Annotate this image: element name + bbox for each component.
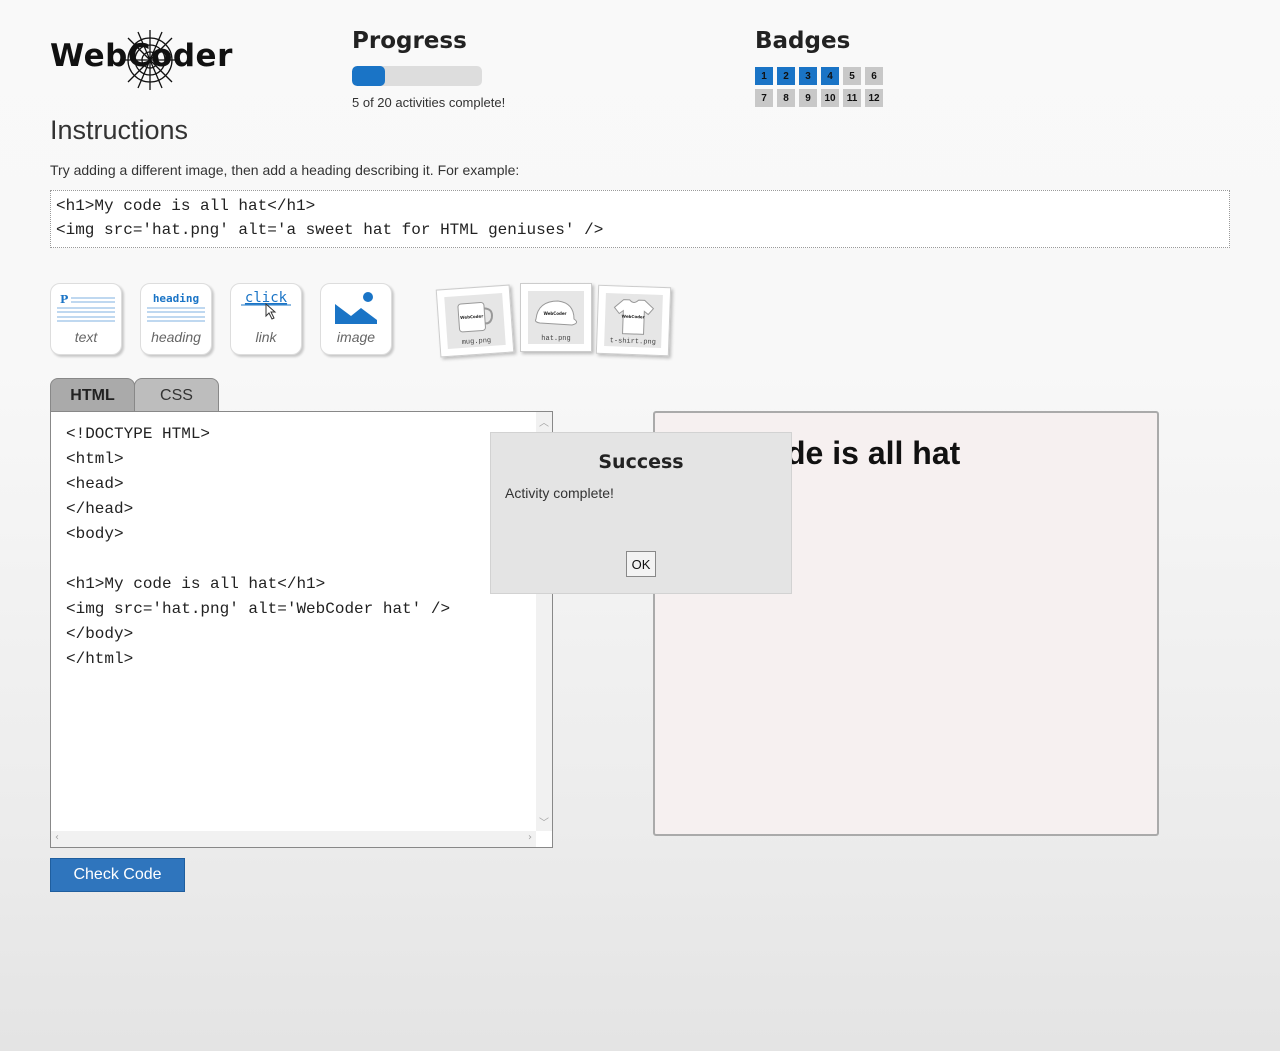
badge-12: 12	[865, 89, 883, 107]
link-tool-button[interactable]: click link	[230, 283, 302, 355]
svg-text:WebCoder: WebCoder	[543, 311, 566, 316]
svg-text:P: P	[60, 293, 68, 306]
scroll-down-icon[interactable]: ﹀	[539, 814, 549, 829]
link-click-icon: click	[241, 290, 291, 320]
heading-tool-label: heading	[151, 329, 201, 345]
badge-9: 9	[799, 89, 817, 107]
scroll-left-icon[interactable]: ‹	[55, 832, 59, 843]
badge-grid: 1 2 3 4 5 6 7 8 9 10 11 12	[755, 67, 895, 107]
text-tool-label: text	[74, 329, 98, 345]
badges-title: Badges	[755, 28, 851, 54]
badge-6: 6	[865, 67, 883, 85]
example-line: <h1>My code is all hat</h1>	[56, 197, 316, 215]
tab-html[interactable]: HTML	[50, 378, 135, 412]
svg-text:WebCoder: WebCoder	[622, 314, 645, 320]
webcoder-logo: WebCoder	[50, 28, 232, 92]
editor-code[interactable]: <!DOCTYPE HTML> <html> <head> </head> <b…	[66, 422, 450, 672]
spiderweb-icon	[120, 30, 180, 90]
tshirt-image-thumb[interactable]: WebCoder t-shirt.png	[595, 284, 672, 357]
instructions-title: Instructions	[50, 115, 189, 145]
example-code-box: <h1>My code is all hat</h1> <img src='ha…	[50, 190, 1230, 248]
text-tool-button[interactable]: P text	[50, 283, 122, 355]
example-line: <img src='hat.png' alt='a sweet hat for …	[56, 221, 604, 239]
hat-image-thumb[interactable]: WebCoder hat.png	[520, 283, 592, 352]
dialog-title: Success	[598, 451, 684, 473]
heading-tool-button[interactable]: heading heading	[140, 283, 212, 355]
dialog-message: Activity complete!	[505, 485, 614, 501]
link-tool-label: link	[255, 329, 277, 345]
progress-title: Progress	[352, 28, 467, 54]
paragraph-icon: P	[57, 293, 115, 322]
badge-8: 8	[777, 89, 795, 107]
horizontal-scrollbar[interactable]: ‹ ›	[51, 831, 536, 847]
scroll-right-icon[interactable]: ›	[528, 832, 532, 843]
progress-text: 5 of 20 activities complete!	[352, 95, 506, 110]
success-dialog: Success Activity complete! OK	[490, 432, 792, 594]
badge-11: 11	[843, 89, 861, 107]
progress-bar	[352, 66, 482, 86]
ok-button[interactable]: OK	[626, 551, 656, 577]
badge-5: 5	[843, 67, 861, 85]
hat-caption: hat.png	[541, 335, 571, 343]
badge-1: 1	[755, 67, 773, 85]
progress-bar-fill	[352, 66, 385, 86]
check-code-button[interactable]: Check Code	[50, 858, 185, 892]
preview-heading: de is all hat	[786, 435, 961, 471]
scroll-up-icon[interactable]: ︿	[539, 414, 549, 429]
image-tool-label: image	[336, 329, 376, 345]
svg-text:heading: heading	[153, 292, 199, 305]
tab-css[interactable]: CSS	[134, 378, 219, 412]
badge-7: 7	[755, 89, 773, 107]
badge-4: 4	[821, 67, 839, 85]
instructions-text: Try adding a different image, then add a…	[50, 162, 520, 178]
html-code-editor[interactable]: <!DOCTYPE HTML> <html> <head> </head> <b…	[50, 411, 553, 848]
mug-image-thumb[interactable]: WebCoder mug.png	[435, 284, 515, 358]
image-icon	[335, 292, 377, 324]
image-tool-button[interactable]: image	[320, 283, 392, 355]
heading-icon: heading	[147, 292, 205, 322]
badge-3: 3	[799, 67, 817, 85]
badge-2: 2	[777, 67, 795, 85]
badge-10: 10	[821, 89, 839, 107]
